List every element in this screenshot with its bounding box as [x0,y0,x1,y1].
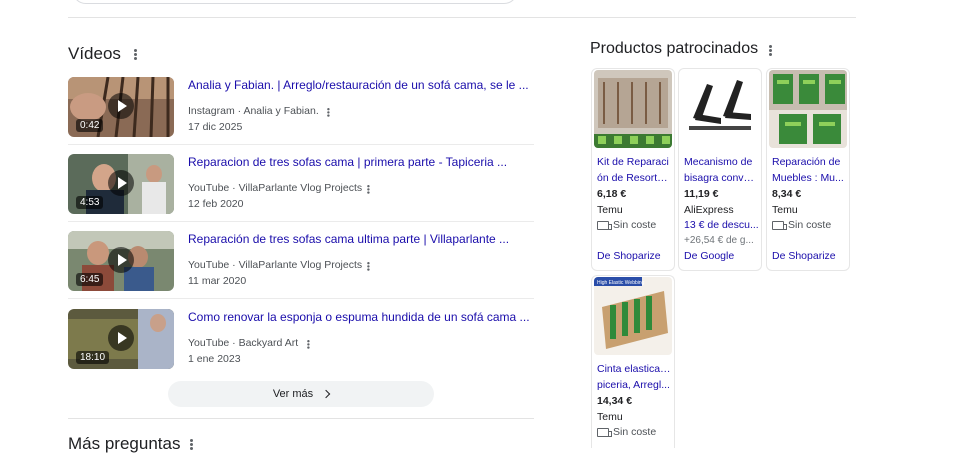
shipping-info: Sin coste [597,219,673,231]
play-icon [108,247,134,273]
search-box-edge[interactable] [72,0,518,4]
product-store: Temu [597,411,623,423]
product-image [594,70,672,148]
product-card[interactable]: Kit de Reparaci ón de Resorte... 6,18 € … [591,68,675,271]
product-name-link[interactable]: Kit de Reparaci ón de Resorte... [597,154,671,186]
more-questions-heading: Más preguntas [68,434,181,453]
product-badge-text: High Elastic Webbing [597,280,645,286]
product-source-link[interactable]: De Google [684,250,734,262]
product-name-line: piceria, Arregl... [597,379,670,391]
shipping-info: Sin coste [772,219,848,231]
truck-icon [597,220,612,230]
video-thumbnail[interactable]: 0:42 [68,77,174,137]
product-name-line: Cinta elastica ta [597,363,671,375]
video-title-link[interactable]: Analia y Fabian. | Arreglo/restauración … [188,78,534,92]
product-price: 14,34 € [597,395,633,407]
product-image [769,70,847,148]
product-name-link[interactable]: Mecanismo de bisagra conve... [684,154,758,186]
videos-heading: Vídeos [68,44,121,63]
video-more-options-icon[interactable] [303,338,313,349]
product-name-line: ón de Resorte... [597,172,671,184]
product-card[interactable]: Mecanismo de bisagra conve... 11,19 € Al… [678,68,762,271]
product-store: Temu [772,204,798,216]
video-thumbnail[interactable]: 6:45 [68,231,174,291]
product-name-line: Reparación de [772,156,841,168]
product-name-link[interactable]: Reparación de Muebles : Mu... [772,154,846,186]
video-source: YouTube · VillaParlante Vlog Projects [188,259,363,271]
product-image: High Elastic Webbing [594,277,672,355]
product-card[interactable]: Reparación de Muebles : Mu... 8,34 € Tem… [766,68,850,271]
product-name-line: Mecanismo de [684,156,753,168]
video-duration: 0:42 [76,119,104,132]
product-store: Temu [597,204,623,216]
play-icon [108,93,134,119]
videos-more-options-icon[interactable] [129,47,141,61]
video-more-options-icon[interactable] [363,183,373,194]
shipping-extra: +26,54 € de g... [684,235,754,246]
more-videos-button[interactable]: Ver más [168,381,434,407]
row-divider [68,144,534,145]
video-duration: 18:10 [76,351,110,364]
chevron-right-icon [321,389,331,399]
shipping-info: Sin coste [597,426,673,438]
product-source-link[interactable]: De Shoparize [597,250,661,262]
truck-icon [597,427,612,437]
video-date: 1 ene 2023 [188,353,241,365]
video-source: YouTube · Backyard Art [188,337,299,349]
play-icon [108,170,134,196]
more-videos-label: Ver más [272,388,314,400]
sponsored-more-options-icon[interactable] [764,43,776,57]
product-name-line: Kit de Reparaci [597,156,669,168]
product-card[interactable]: High Elastic Webbing Cinta elastica ta p… [591,275,675,448]
shipping-text: Sin coste [613,219,657,231]
row-divider [68,221,534,222]
video-source: YouTube · VillaParlante Vlog Projects [188,182,363,194]
top-divider [68,17,856,18]
product-price: 6,18 € [597,188,627,200]
product-image [681,70,759,148]
video-date: 17 dic 2025 [188,121,243,133]
video-date: 11 mar 2020 [188,275,247,287]
sponsored-heading: Productos patrocinados [590,40,759,57]
video-title-link[interactable]: Como renovar la esponja o espuma hundida… [188,310,534,324]
play-icon [108,325,134,351]
product-source-link[interactable]: De Shoparize [772,250,836,262]
promo-text: 13 € de descu... [684,219,759,231]
product-name-link[interactable]: Cinta elastica ta piceria, Arregl... [597,361,671,393]
video-date: 12 feb 2020 [188,198,244,210]
shipping-text: Sin coste [613,426,657,438]
shipping-text: Sin coste [788,219,832,231]
video-thumbnail[interactable]: 18:10 [68,309,174,369]
video-title-link[interactable]: Reparación de tres sofas cama ultima par… [188,232,534,246]
video-thumbnail[interactable]: 4:53 [68,154,174,214]
row-divider [68,298,534,299]
section-divider [68,418,534,419]
video-result[interactable]: 18:10 Como renovar la esponja o espuma h… [68,309,534,387]
product-price: 11,19 € [684,188,719,200]
video-duration: 6:45 [76,273,104,286]
video-source: Instagram · Analia y Fabian. [188,105,319,117]
product-name-line: bisagra conve... [684,172,758,184]
video-title-link[interactable]: Reparacion de tres sofas cama | primera … [188,155,534,169]
product-store: AliExpress [684,204,734,216]
video-more-options-icon[interactable] [363,260,373,271]
product-name-line: Muebles : Mu... [772,172,844,184]
video-more-options-icon[interactable] [323,106,333,117]
truck-icon [772,220,787,230]
video-duration: 4:53 [76,196,104,209]
product-price: 8,34 € [772,188,802,200]
more-questions-options-icon[interactable] [185,437,197,451]
